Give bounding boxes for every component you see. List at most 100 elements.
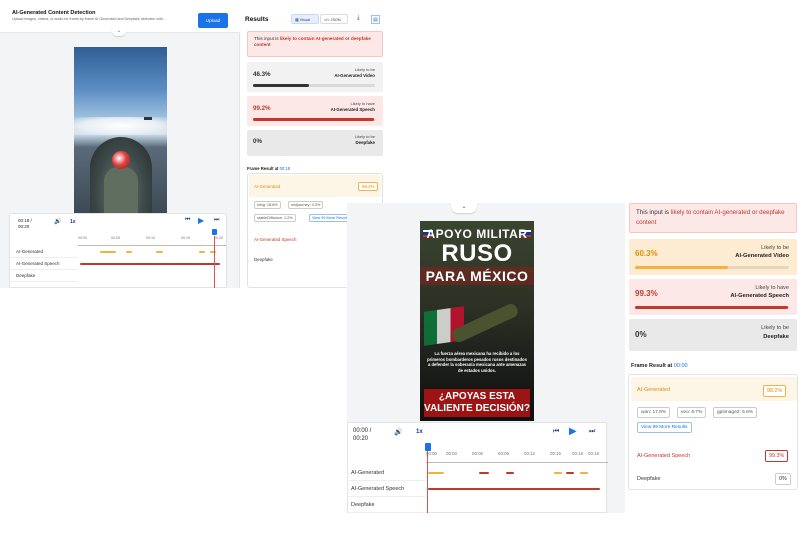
view-more-button[interactable]: View 99 More Results	[637, 422, 692, 433]
play-icon[interactable]: ▶	[198, 216, 204, 225]
score-bar-fill	[253, 84, 310, 87]
results-title: Results	[245, 16, 269, 23]
track-labels: AI-Generated AI-Generated Speech Deepfak…	[348, 465, 426, 513]
download-icon[interactable]: ⤓	[357, 15, 360, 22]
playhead-handle[interactable]	[212, 229, 217, 235]
tick-label: 00:00	[78, 236, 87, 240]
tick-label: 00:03	[446, 451, 457, 456]
score-value: 0%	[253, 138, 262, 145]
card-line2: Deepfake	[355, 140, 375, 145]
volume-icon[interactable]: 🔊	[54, 218, 61, 225]
tab-visual-label: Visual	[299, 18, 310, 22]
frame-ai-label: AI-Generated	[637, 387, 671, 393]
score-bar-fill	[253, 118, 375, 121]
track-ai-generated[interactable]	[78, 246, 226, 258]
playhead-line	[427, 451, 428, 513]
tab-visual[interactable]: ▦ Visual	[291, 14, 319, 24]
model-chip: kling: 18.8%	[254, 201, 281, 209]
frame-result-label: Frame Result at	[247, 166, 279, 171]
frame-result-time[interactable]: 00:18	[280, 166, 290, 171]
segment	[428, 488, 600, 490]
chevron-down-icon[interactable]: ⌄	[451, 203, 477, 213]
track-deepfake[interactable]	[426, 497, 608, 513]
card-line2: AI-Generated Speech	[730, 293, 789, 299]
chevron-down-icon[interactable]: ⌄	[112, 28, 126, 36]
tab-json[interactable]: </> JSON	[320, 14, 348, 24]
segment	[479, 472, 489, 474]
model-chip: wan: 17.8%	[637, 407, 671, 418]
score-value: 99.3%	[635, 289, 658, 298]
model-chip: veo: 6.7%	[677, 407, 707, 418]
frame-speech-label: AI-Generated Speech	[254, 237, 297, 242]
track-ai-generated[interactable]	[426, 465, 608, 481]
result-card-deepfake: 0% Likely to be Deepfake	[629, 319, 797, 351]
score-bar	[253, 84, 375, 87]
tick-label: 00:18	[572, 451, 583, 456]
segment	[428, 472, 444, 474]
screenshot-detail: ⌄ APOYO MILITAR RUSO PARA MÉXICO La fuer…	[347, 203, 800, 513]
playback-rate-button[interactable]: 1x	[416, 429, 423, 435]
playhead-handle[interactable]	[425, 443, 431, 451]
pilot-helmet	[112, 151, 130, 169]
volume-icon[interactable]: 🔊	[394, 428, 403, 436]
model-chip: midjourney: 4.3%	[288, 201, 324, 209]
warning-banner: This input is likely to contain AI-gener…	[247, 31, 383, 57]
track-ai-speech[interactable]	[426, 481, 608, 497]
panel-icon[interactable]: ▤	[371, 15, 380, 24]
segment	[126, 251, 132, 253]
frame-result-time[interactable]: 00:00	[674, 363, 688, 369]
track-label-ai: AI-Generated	[348, 465, 426, 481]
timeline-axis[interactable]: 00:00 00:05 00:10 00:15 00:20	[78, 234, 226, 246]
tick-label: 00:10	[146, 236, 155, 240]
media-panel: ⌄ APOYO MILITAR RUSO PARA MÉXICO La fuer…	[347, 203, 625, 513]
duration: 00:20	[18, 224, 30, 229]
score-value: 60.3%	[635, 249, 658, 258]
segment	[80, 263, 220, 265]
segment	[554, 472, 562, 474]
screenshot-desktop: AI-Generated Content Detection Upload im…	[0, 0, 400, 288]
score-value: 99.2%	[253, 105, 271, 112]
video-preview[interactable]: APOYO MILITAR RUSO PARA MÉXICO La fuerza…	[420, 221, 534, 421]
time-display: 00:18 / 00:20	[18, 218, 32, 230]
segment	[210, 251, 216, 253]
skip-forward-icon[interactable]: ⏭	[214, 217, 219, 224]
duration: 00:20	[353, 436, 369, 442]
playhead-line	[214, 236, 215, 288]
video-player: 00:18 / 00:20 🔊 1x ⏮ ▶ ⏭ 00:00 00:05 00:…	[9, 213, 227, 288]
track-deepfake[interactable]	[78, 270, 226, 282]
frame-result-panel: AI-Generated 98.2% wan: 17.8% veo: 6.7% …	[628, 374, 798, 490]
app-description: Upload images, videos, or audio for fram…	[12, 17, 166, 21]
tick-label: 00:18	[588, 451, 599, 456]
card-line2: AI-Generated Video	[334, 73, 375, 78]
score-bar	[635, 266, 789, 269]
result-card-speech: 99.2% Likely to have AI-Generated Speech	[247, 96, 383, 126]
media-panel: AI-Generated Content Detection Upload im…	[0, 0, 240, 288]
result-card-speech: 99.3% Likely to have AI-Generated Speech	[629, 279, 797, 315]
playback-rate-button[interactable]: 1x	[70, 219, 76, 225]
score-bar	[635, 306, 789, 309]
score-value: 0%	[635, 330, 647, 339]
frame-ai-value: 98.2%	[763, 385, 787, 397]
skip-back-icon[interactable]: ⏮	[185, 217, 190, 224]
track-label-deepfake: Deepfake	[10, 270, 78, 282]
tick-label: 00:09	[498, 451, 509, 456]
skip-back-icon[interactable]: ⏮	[553, 428, 559, 436]
upload-button[interactable]: Upload	[198, 13, 228, 28]
skip-forward-icon[interactable]: ⏭	[589, 428, 595, 436]
view-more-button[interactable]: View 99 More Results	[309, 214, 352, 222]
tick-label: 00:15	[181, 236, 190, 240]
frame-deepfake-label: Deepfake	[254, 257, 273, 262]
card-line1: Likely to be	[354, 67, 375, 72]
play-icon[interactable]: ▶	[569, 426, 577, 437]
track-label-speech: AI-Generated Speech	[10, 258, 78, 270]
poster-line2: RUSO	[441, 240, 513, 267]
timeline-axis[interactable]: 00:00 00:03 00:06 00:09 00:12 00:15 00:1…	[426, 449, 608, 463]
track-ai-speech[interactable]	[78, 258, 226, 270]
cloud-layer	[74, 117, 167, 135]
score-bar-fill	[635, 266, 728, 269]
frame-ai-label: AI-Generated	[254, 184, 281, 189]
warning-prefix: This input is	[636, 209, 671, 216]
video-preview[interactable]	[74, 47, 167, 214]
result-card-video: 60.3% Likely to be AI-Generated Video	[629, 239, 797, 275]
poster-body: La fuerza aérea mexicana ha recibido a l…	[427, 351, 527, 373]
